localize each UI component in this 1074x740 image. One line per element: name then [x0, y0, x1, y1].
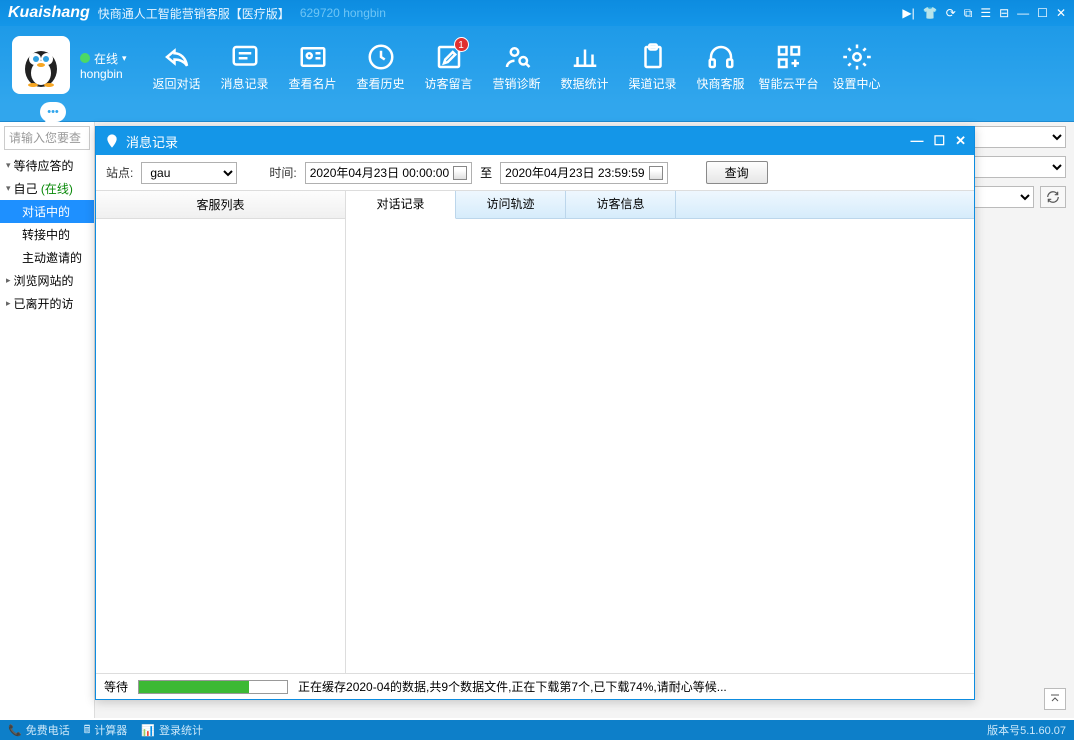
headset-icon: [706, 42, 736, 72]
status-indicator[interactable]: 在线 ▾: [80, 50, 127, 67]
stats-button[interactable]: 数据统计: [555, 39, 615, 92]
username: hongbin: [80, 67, 127, 81]
reply-icon: [162, 42, 192, 72]
version-label: 版本号5.1.60.07: [987, 722, 1066, 738]
chevron-down-icon: ▾: [122, 53, 127, 64]
tab-visitor-info[interactable]: 访客信息: [566, 191, 676, 218]
skip-next-icon[interactable]: ▶|: [902, 6, 914, 21]
time-label: 时间:: [269, 164, 296, 181]
tab-content: [346, 219, 974, 673]
app-title: 快商通人工智能营销客服【医疗版】: [98, 5, 290, 22]
guestmsg-button[interactable]: 访客留言1: [419, 39, 479, 92]
record-tabs: 对话记录 访问轨迹 访客信息: [346, 191, 974, 219]
maximize-icon[interactable]: ☐: [1037, 6, 1048, 21]
message-log-modal: 消息记录 — ☐ ✕ 站点: gau 时间: 2020年04月23日 00:00…: [95, 126, 975, 700]
scroll-top-button[interactable]: [1044, 688, 1066, 710]
progress-bar: [138, 680, 288, 694]
status-message: 正在缓存2020-04的数据,共9个数据文件,正在下载第7个,已下载74%,请耐…: [298, 678, 727, 695]
chart-icon: [570, 42, 600, 72]
history-button[interactable]: 查看历史: [351, 39, 411, 92]
status-text: 在线: [94, 50, 118, 67]
sidebar-item-invited[interactable]: 主动邀请的: [0, 246, 94, 269]
windows-icon[interactable]: ⧉: [964, 6, 973, 21]
header-toolbar: 在线 ▾ hongbin 返回对话 消息记录 查看名片 查看历史 访客留言1 营…: [0, 26, 1074, 104]
refresh-button[interactable]: [1040, 186, 1066, 208]
list-icon[interactable]: ☰: [980, 6, 991, 21]
sidebar-item-left[interactable]: 已离开的访: [0, 292, 94, 315]
modal-close-icon[interactable]: ✕: [955, 133, 966, 149]
site-select[interactable]: gau: [141, 162, 237, 184]
sidebar-item-in-chat[interactable]: 对话中的: [0, 200, 94, 223]
calendar-icon: [453, 166, 467, 180]
filter-row: 站点: gau 时间: 2020年04月23日 00:00:00 至 2020年…: [96, 155, 974, 191]
modal-maximize-icon[interactable]: ☐: [933, 133, 945, 149]
close-icon[interactable]: ✕: [1056, 6, 1066, 21]
footer-calc[interactable]: 🖩 计算器: [84, 721, 128, 740]
chevron-up-icon: [1049, 693, 1061, 705]
sidebar-item-self[interactable]: 自己 (在线): [0, 177, 94, 200]
gear-icon: [842, 42, 872, 72]
refresh-icon[interactable]: ⟳: [946, 6, 956, 21]
feedback-icon[interactable]: ⊟: [999, 6, 1009, 21]
sidebar-item-pending[interactable]: 等待应答的: [0, 154, 94, 177]
channel-button[interactable]: 渠道记录: [623, 39, 683, 92]
viewcard-button[interactable]: 查看名片: [283, 39, 343, 92]
footer: 📞 免费电话 🖩 计算器 📊 登录统计 版本号5.1.60.07: [0, 720, 1074, 740]
to-label: 至: [480, 164, 492, 181]
modal-statusbar: 等待 正在缓存2020-04的数据,共9个数据文件,正在下载第7个,已下载74%…: [96, 673, 974, 699]
clock-icon: [366, 42, 396, 72]
online-dot-icon: [80, 53, 90, 63]
status-wait: 等待: [104, 678, 128, 695]
modal-title-icon: [104, 133, 120, 149]
titlebar-icons: ▶| 👕 ⟳ ⧉ ☰ ⊟ — ☐ ✕: [902, 6, 1066, 21]
modal-minimize-icon[interactable]: —: [910, 133, 923, 149]
msglog-button[interactable]: 消息记录: [215, 39, 275, 92]
refresh-small-icon: [1046, 190, 1060, 204]
tshirt-icon[interactable]: 👕: [923, 6, 938, 21]
modal-title-text: 消息记录: [126, 132, 178, 151]
clipboard-icon: [638, 42, 668, 72]
tab-visit-trail[interactable]: 访问轨迹: [456, 191, 566, 218]
date-to-input[interactable]: 2020年04月23日 23:59:59: [500, 162, 667, 184]
calendar-icon: [649, 166, 663, 180]
message-icon: [230, 42, 260, 72]
ksservice-button[interactable]: 快商客服: [691, 39, 751, 92]
site-label: 站点:: [106, 164, 133, 181]
notification-badge: 1: [454, 37, 469, 52]
subbar: •••: [0, 104, 1074, 122]
titlebar: Kuaishang 快商通人工智能营销客服【医疗版】 629720 hongbi…: [0, 0, 1074, 26]
search-input[interactable]: 请输入您要查: [4, 126, 90, 150]
settings-button[interactable]: 设置中心: [827, 39, 887, 92]
query-button[interactable]: 查询: [706, 161, 768, 184]
minimize-icon[interactable]: —: [1017, 6, 1029, 21]
agent-panel: 客服列表: [96, 191, 346, 673]
sidebar: 请输入您要查 等待应答的 自己 (在线) 对话中的 转接中的 主动邀请的 浏览网…: [0, 122, 95, 718]
cloud-button[interactable]: 智能云平台: [759, 39, 819, 92]
avatar[interactable]: [12, 36, 70, 94]
modal-titlebar: 消息记录 — ☐ ✕: [96, 127, 974, 155]
penguin-icon: [17, 41, 65, 89]
diagnose-button[interactable]: 营销诊断: [487, 39, 547, 92]
person-search-icon: [502, 42, 532, 72]
back-button[interactable]: 返回对话: [147, 39, 207, 92]
footer-phone[interactable]: 📞 免费电话: [8, 722, 70, 738]
date-from-input[interactable]: 2020年04月23日 00:00:00: [305, 162, 472, 184]
brand-logo: Kuaishang: [8, 4, 90, 22]
card-icon: [298, 42, 328, 72]
footer-login[interactable]: 📊 登录统计: [141, 722, 203, 738]
tab-dialogue-log[interactable]: 对话记录: [346, 191, 456, 219]
chat-bubble-icon[interactable]: •••: [40, 102, 66, 122]
session-info: 629720 hongbin: [300, 6, 386, 20]
grid-plus-icon: [774, 42, 804, 72]
sidebar-item-transferring[interactable]: 转接中的: [0, 223, 94, 246]
agent-list-header: 客服列表: [96, 191, 345, 219]
sidebar-item-browsing[interactable]: 浏览网站的: [0, 269, 94, 292]
